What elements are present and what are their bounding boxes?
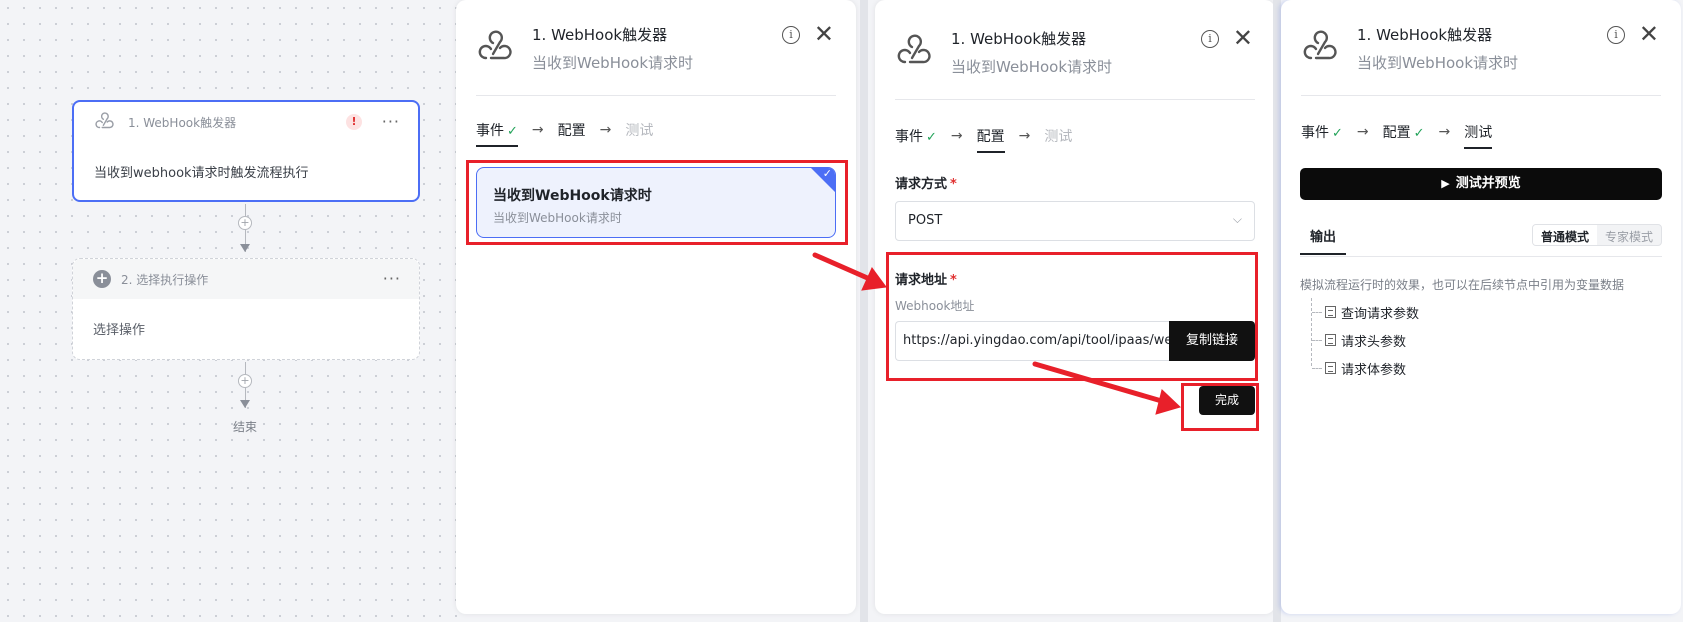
document-icon — [1325, 306, 1336, 318]
mode-expert-button[interactable]: 专家模式 — [1597, 225, 1661, 245]
step-nav: 事件 ✓ → 配置 ✓ → 测试 — [1301, 122, 1493, 149]
output-description: 模拟流程运行时的效果，也可以在后续节点中引用为变量数据 — [1300, 278, 1625, 292]
more-icon[interactable]: ··· — [383, 269, 401, 288]
step-config[interactable]: 配置 — [976, 126, 1005, 153]
check-icon: ✓ — [1332, 126, 1343, 141]
connector-arrow — [240, 400, 250, 408]
panel-subtitle: 当收到WebHook请求时 — [951, 58, 1113, 76]
tree-item-body-params[interactable]: 请求体参数 — [1311, 354, 1551, 382]
arrow-right-icon: → — [950, 128, 963, 144]
webhook-icon — [95, 112, 114, 129]
highlight-box — [1181, 383, 1259, 431]
tree-item-query-params[interactable]: 查询请求参数 — [1311, 298, 1551, 326]
step-nav: 事件 ✓ → 配置 → 测试 — [476, 120, 653, 147]
trigger-node-title: 1. WebHook触发器 — [128, 115, 237, 130]
panel-title: 1. WebHook触发器 — [951, 30, 1087, 48]
info-icon[interactable]: i — [1201, 30, 1219, 48]
plus-circle-icon: + — [93, 270, 111, 288]
divider — [895, 99, 1255, 100]
panel-title: 1. WebHook触发器 — [532, 26, 668, 44]
trigger-node-description: 当收到webhook请求时触发流程执行 — [94, 166, 309, 181]
add-step-button[interactable]: + — [238, 374, 252, 388]
divider — [476, 95, 836, 96]
webhook-icon — [1303, 30, 1337, 60]
check-icon: ✓ — [1413, 126, 1425, 141]
step-nav: 事件 ✓ → 配置 → 测试 — [895, 126, 1072, 153]
warning-icon[interactable]: ! — [346, 114, 362, 130]
document-icon — [1325, 362, 1336, 374]
end-label: 结束 — [233, 420, 258, 434]
workflow-canvas[interactable]: 1. WebHook触发器 ! ··· 当收到webhook请求时触发流程执行 … — [0, 0, 460, 622]
highlight-box — [886, 252, 1258, 381]
panel-subtitle: 当收到WebHook请求时 — [532, 54, 694, 72]
step-event[interactable]: 事件 ✓ — [895, 126, 937, 153]
close-icon[interactable]: ✕ — [1233, 24, 1253, 52]
mode-toggle: 普通模式 专家模式 — [1531, 224, 1662, 246]
play-icon: ▶ — [1441, 177, 1450, 190]
arrow-right-icon: → — [1356, 124, 1369, 140]
chevron-down-icon: ⌵ — [1232, 212, 1242, 226]
panel-title: 1. WebHook触发器 — [1357, 26, 1493, 44]
add-step-button[interactable]: + — [238, 216, 252, 230]
action-node-title: 2. 选择执行操作 — [121, 272, 209, 287]
connector-arrow — [240, 244, 250, 252]
more-icon[interactable]: ··· — [382, 112, 400, 131]
step-config[interactable]: 配置 — [558, 120, 586, 147]
step-test[interactable]: 测试 — [625, 120, 653, 147]
panel-separator — [1273, 0, 1281, 622]
arrow-right-icon: → — [599, 122, 612, 138]
divider — [1301, 95, 1661, 96]
panel-separator — [860, 0, 868, 622]
highlight-box — [466, 160, 848, 245]
output-tree: 查询请求参数 请求头参数 请求体参数 — [1311, 298, 1551, 382]
panel-subtitle: 当收到WebHook请求时 — [1357, 54, 1519, 72]
close-icon[interactable]: ✕ — [1639, 20, 1659, 48]
webhook-icon — [478, 30, 512, 60]
trigger-panel-event: 1. WebHook触发器 当收到WebHook请求时 i ✕ 事件 ✓ → 配置… — [456, 0, 856, 614]
document-icon — [1325, 334, 1336, 346]
action-node-description: 选择操作 — [93, 323, 146, 338]
method-select[interactable]: POST ⌵ — [895, 201, 1255, 241]
tab-output[interactable]: 输出 — [1300, 226, 1347, 255]
step-test[interactable]: 测试 — [1044, 126, 1072, 153]
step-config[interactable]: 配置 ✓ — [1383, 122, 1425, 149]
trigger-node[interactable]: 1. WebHook触发器 ! ··· 当收到webhook请求时触发流程执行 — [72, 100, 420, 202]
mode-normal-button[interactable]: 普通模式 — [1532, 225, 1597, 245]
step-test[interactable]: 测试 — [1464, 122, 1493, 149]
trigger-panel-test: 1. WebHook触发器 当收到WebHook请求时 i ✕ 事件 ✓ → 配置… — [1281, 0, 1681, 614]
arrow-right-icon: → — [1438, 124, 1451, 140]
arrow-right-icon: → — [531, 122, 544, 138]
info-icon[interactable]: i — [782, 26, 800, 44]
action-node[interactable]: + 2. 选择执行操作 ··· 选择操作 — [72, 258, 420, 360]
method-label: 请求方式 * — [895, 177, 957, 192]
step-event[interactable]: 事件 ✓ — [476, 120, 518, 147]
divider — [1300, 256, 1662, 257]
tree-item-header-params[interactable]: 请求头参数 — [1311, 326, 1551, 354]
close-icon[interactable]: ✕ — [814, 20, 834, 48]
check-icon: ✓ — [926, 130, 937, 145]
arrow-right-icon: → — [1018, 128, 1031, 144]
check-icon: ✓ — [507, 124, 518, 139]
trigger-node-header: 1. WebHook触发器 — [74, 102, 418, 142]
test-preview-button[interactable]: ▶ 测试并预览 — [1300, 168, 1662, 200]
webhook-icon — [897, 34, 931, 64]
info-icon[interactable]: i — [1607, 26, 1625, 44]
step-event[interactable]: 事件 ✓ — [1301, 122, 1343, 149]
method-value: POST — [908, 213, 943, 228]
action-node-header: + 2. 选择执行操作 — [73, 259, 419, 299]
